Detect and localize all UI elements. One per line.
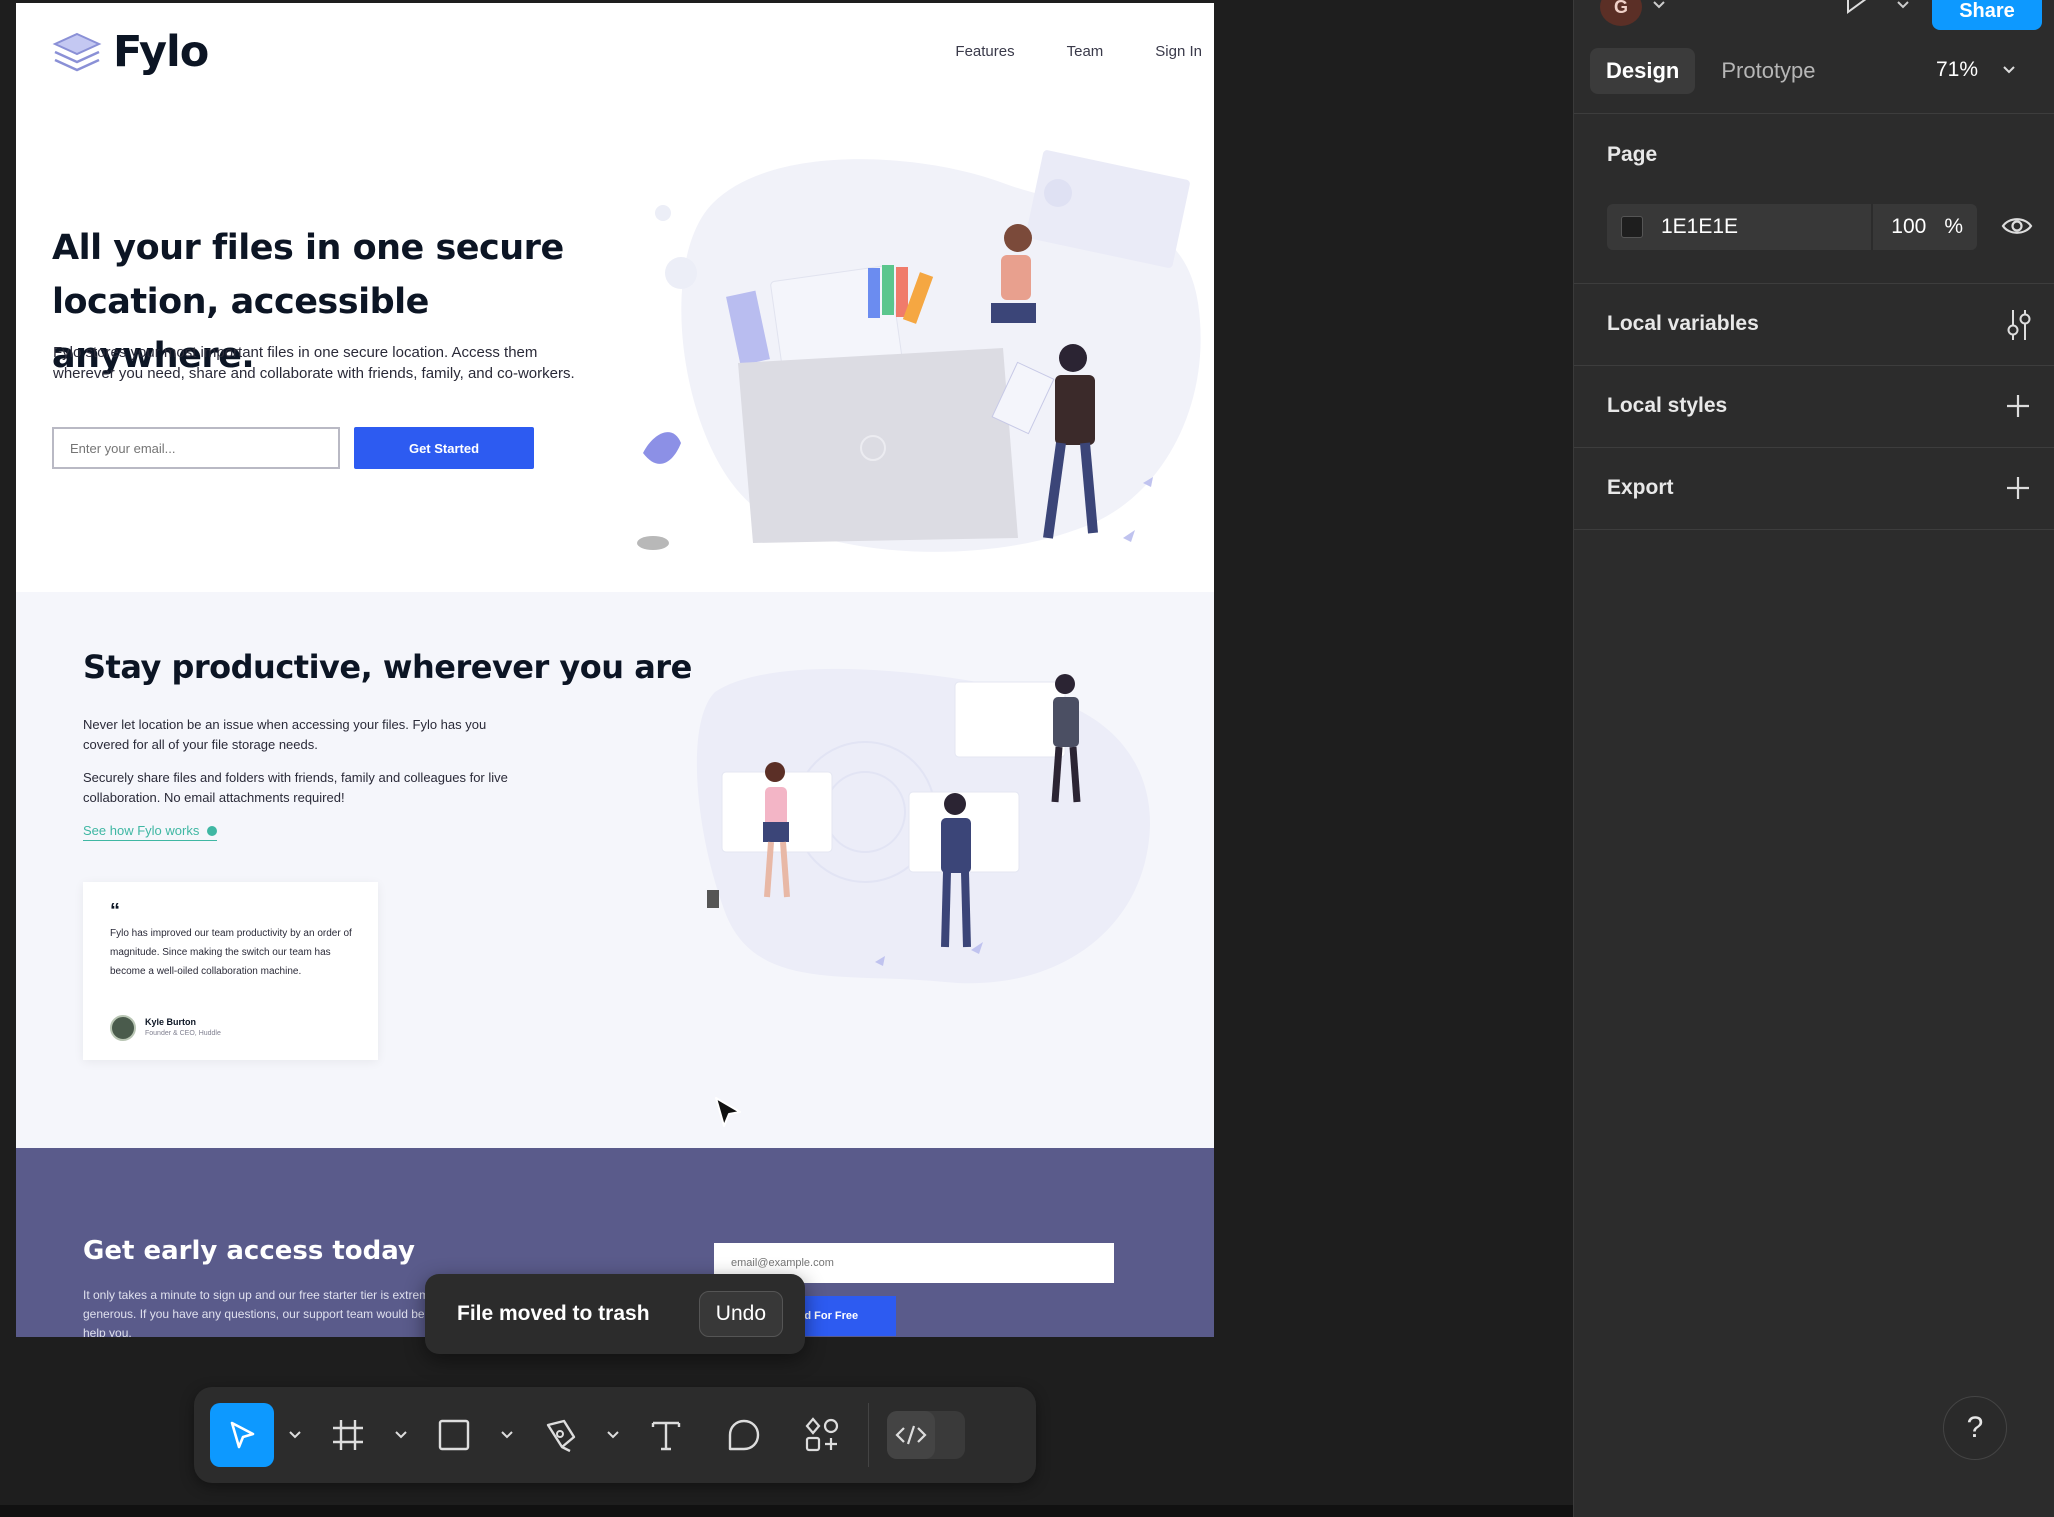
dev-mode-knob — [887, 1411, 935, 1459]
toolbar-divider — [868, 1403, 869, 1467]
divider — [1574, 365, 2054, 366]
quote-icon: “ — [110, 900, 120, 922]
see-how-link-label: See how Fylo works — [83, 823, 200, 838]
export-title[interactable]: Export — [1607, 476, 1674, 500]
access-description: It only takes a minute to sign up and ou… — [83, 1288, 474, 1337]
bottom-toolbar — [194, 1387, 1036, 1483]
nav-features[interactable]: Features — [955, 43, 1014, 60]
tab-prototype[interactable]: Prototype — [1705, 48, 1831, 94]
help-button[interactable]: ? — [1943, 1396, 2007, 1460]
hero-email-input[interactable] — [52, 427, 340, 469]
eye-icon[interactable] — [2001, 213, 2033, 239]
testimonial-avatar — [110, 1015, 136, 1041]
zoom-control[interactable]: 71% — [1936, 58, 2016, 82]
toast-message: File moved to trash — [457, 1302, 650, 1325]
chevron-down-icon — [501, 1431, 513, 1439]
hero-description: Fylo stores your most important files in… — [53, 344, 575, 382]
page-opacity-field[interactable]: 100 % — [1871, 204, 1977, 250]
get-started-button[interactable]: Get Started — [354, 427, 534, 469]
move-tool-chevron[interactable] — [274, 1403, 316, 1467]
shape-tool-chevron[interactable] — [486, 1403, 528, 1467]
fylo-logo[interactable]: Fylo — [51, 27, 209, 77]
testimonial-card: “ Fylo has improved our team productivit… — [83, 882, 378, 1060]
fylo-logo-icon — [52, 32, 102, 72]
user-avatar[interactable]: G — [1600, 0, 1642, 26]
divider — [1574, 283, 2054, 284]
share-button[interactable]: Share — [1932, 0, 2042, 30]
testimonial-name: Kyle Burton — [145, 1017, 197, 1027]
actions-icon — [805, 1417, 839, 1452]
properties-panel: G Share Design Prototype 71% Page 1E1E1E… — [1573, 0, 2054, 1517]
testimonial-text: Fylo has improved our team productivity … — [110, 928, 352, 977]
divider — [1574, 113, 2054, 114]
page-opacity-value: 100 — [1891, 215, 1927, 238]
design-frame[interactable]: Fylo Features Team Sign In All your file… — [16, 3, 1214, 1337]
zoom-value: 71% — [1936, 58, 1979, 81]
frame-icon — [333, 1420, 363, 1450]
dev-mode-toggle[interactable] — [887, 1411, 965, 1459]
logo-text: Fylo — [113, 27, 209, 77]
chevron-down-icon — [607, 1431, 619, 1439]
testimonial-role: Founder & CEO, Huddle — [145, 1030, 221, 1037]
tab-design[interactable]: Design — [1590, 48, 1696, 94]
local-styles-title[interactable]: Local styles — [1607, 394, 1727, 418]
page-color-swatch[interactable] — [1621, 216, 1643, 238]
variables-icon[interactable] — [2004, 308, 2034, 342]
productive-illustration — [696, 668, 1150, 984]
productive-section: Stay productive, wherever you are Never … — [16, 592, 1214, 1148]
frame-tool[interactable] — [316, 1403, 380, 1467]
chevron-down-icon — [395, 1431, 407, 1439]
avatar-chevron-down-icon[interactable] — [1652, 0, 1666, 10]
frame-tool-chevron[interactable] — [380, 1403, 422, 1467]
comment-icon — [728, 1419, 760, 1451]
toast-notification: File moved to trash Undo — [425, 1274, 805, 1354]
pen-tool[interactable] — [528, 1403, 592, 1467]
page-color-hex[interactable]: 1E1E1E — [1661, 215, 1861, 239]
canvas[interactable]: Fylo Features Team Sign In All your file… — [0, 0, 1573, 1517]
chevron-down-icon — [289, 1431, 301, 1439]
pointer-icon — [230, 1421, 255, 1449]
move-tool[interactable] — [210, 1403, 274, 1467]
page-fill-row: 1E1E1E 100 % — [1607, 204, 1977, 250]
panel-header: G Share — [1574, 0, 2054, 30]
hero-section: Fylo Features Team Sign In All your file… — [16, 3, 1214, 592]
text-icon — [651, 1421, 681, 1451]
hero-title-line-1: All your files in one secure — [52, 228, 564, 268]
add-style-plus-icon[interactable] — [2004, 392, 2032, 420]
mouse-cursor-icon — [715, 1097, 741, 1127]
chevron-down-icon — [2003, 66, 2015, 74]
bottom-strip — [0, 1505, 1573, 1517]
productive-title: Stay productive, wherever you are — [83, 648, 692, 686]
nav-sign-in[interactable]: Sign In — [1155, 43, 1202, 60]
page-opacity-unit: % — [1944, 215, 1963, 238]
rectangle-icon — [438, 1419, 470, 1451]
present-chevron-down-icon[interactable] — [1896, 0, 1910, 10]
present-play-icon[interactable] — [1844, 0, 1874, 16]
arrow-icon — [207, 825, 218, 836]
productive-paragraph-1: Never let location be an issue when acce… — [83, 717, 487, 752]
undo-button[interactable]: Undo — [698, 1291, 783, 1337]
pen-tool-chevron[interactable] — [592, 1403, 634, 1467]
pen-icon — [546, 1419, 576, 1453]
see-how-link[interactable]: See how Fylo works — [83, 823, 218, 841]
site-nav: Features Team Sign In — [955, 43, 1202, 60]
divider — [1574, 529, 2054, 530]
local-variables-title[interactable]: Local variables — [1607, 312, 1759, 336]
access-title: Get early access today — [83, 1236, 415, 1266]
shape-tool[interactable] — [422, 1403, 486, 1467]
panel-tabs: Design Prototype — [1590, 48, 1832, 94]
divider — [1574, 447, 2054, 448]
code-icon — [895, 1425, 927, 1445]
add-export-plus-icon[interactable] — [2004, 474, 2032, 502]
actions-tool[interactable] — [790, 1403, 854, 1467]
productive-paragraph-2: Securely share files and folders with fr… — [83, 770, 508, 805]
text-tool[interactable] — [634, 1403, 698, 1467]
page-section-title: Page — [1607, 143, 1658, 166]
hero-illustration — [637, 150, 1201, 552]
comment-tool[interactable] — [712, 1403, 776, 1467]
nav-team[interactable]: Team — [1067, 43, 1104, 60]
